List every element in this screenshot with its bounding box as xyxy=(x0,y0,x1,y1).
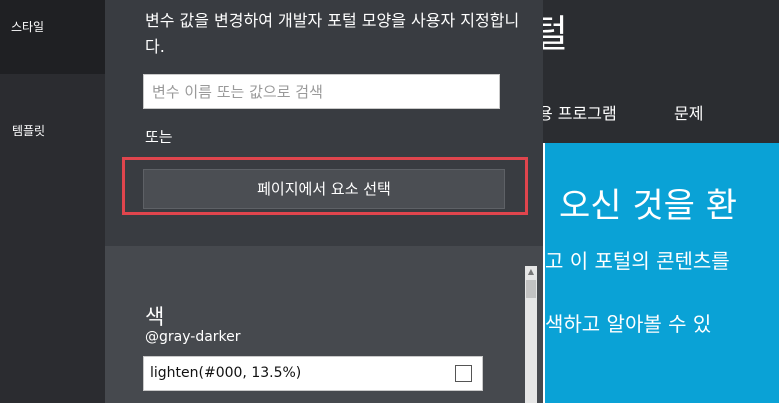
hero-heading: 오신 것을 환 xyxy=(559,186,738,226)
scroll-thumb[interactable] xyxy=(526,280,536,298)
hero-text-line-2: 색하고 알아볼 수 있 xyxy=(545,312,712,336)
customization-panel: 변수 값을 변경하여 개발자 포털 모양을 사용자 지정합니다. 또는 페이지에… xyxy=(105,0,543,403)
preview-nav-applications[interactable]: 용 프로그램 xyxy=(543,100,617,124)
preview-title: 털 xyxy=(543,12,568,56)
variable-search-input[interactable] xyxy=(143,74,500,109)
variable-name: @gray-darker xyxy=(145,329,241,345)
rail-item-templates[interactable]: 템플릿 xyxy=(0,110,105,150)
panel-variables-section: 색 @gray-darker lighten(#000, 13.5%) ▲ xyxy=(105,246,543,403)
preview-nav-issues[interactable]: 문제 xyxy=(674,100,703,124)
variable-value: lighten(#000, 13.5%) xyxy=(150,365,302,381)
rail-item-styles[interactable]: 스타일 xyxy=(0,0,105,74)
pick-element-button[interactable]: 페이지에서 요소 선택 xyxy=(143,169,505,209)
variable-value-input[interactable]: lighten(#000, 13.5%) xyxy=(143,356,483,391)
or-label: 또는 xyxy=(145,128,173,146)
panel-top-section: 변수 값을 변경하여 개발자 포털 모양을 사용자 지정합니다. 또는 페이지에… xyxy=(105,0,543,246)
preview-hero-banner: 오신 것을 환 고 이 포털의 콘텐츠를 색하고 알아볼 수 있 xyxy=(545,143,779,403)
hero-text-line-1: 고 이 포털의 콘텐츠를 xyxy=(545,249,730,273)
portal-preview: 털 용 프로그램 문제 오신 것을 환 고 이 포털의 콘텐츠를 색하고 알아볼… xyxy=(543,0,779,403)
panel-scrollbar[interactable]: ▲ xyxy=(525,266,537,403)
section-title-color: 색 xyxy=(145,305,165,329)
left-nav-rail: 스타일 템플릿 xyxy=(0,0,105,403)
panel-description: 변수 값을 변경하여 개발자 포털 모양을 사용자 지정합니다. xyxy=(145,11,520,56)
rail-item-styles-label: 스타일 xyxy=(10,20,45,34)
scroll-up-arrow-icon[interactable]: ▲ xyxy=(525,266,537,278)
color-swatch[interactable] xyxy=(455,365,472,382)
rail-item-templates-label: 템플릿 xyxy=(11,124,46,138)
preview-header: 털 용 프로그램 문제 xyxy=(543,0,779,143)
